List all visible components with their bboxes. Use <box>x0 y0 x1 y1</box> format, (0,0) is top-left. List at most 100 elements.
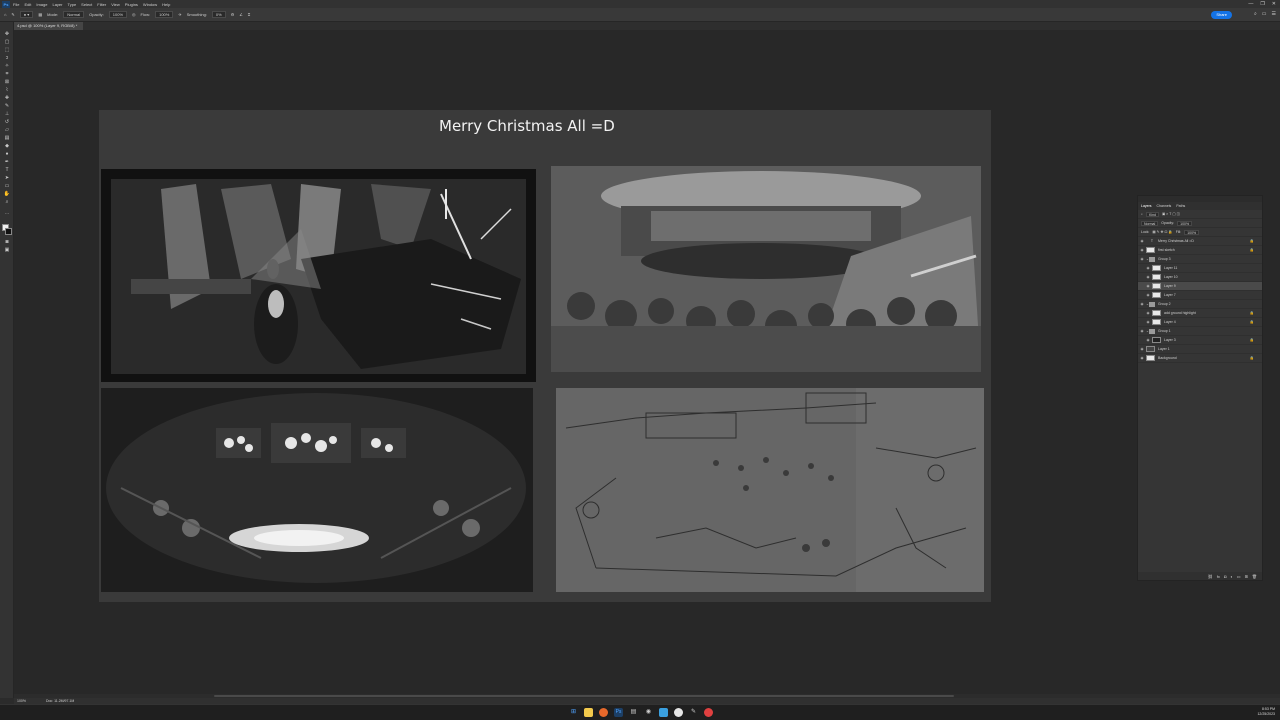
new-group-icon[interactable]: ▭ <box>1237 574 1241 579</box>
visibility-eye-icon[interactable]: ◉ <box>1138 347 1146 351</box>
type-tool-icon[interactable]: T <box>3 168 11 173</box>
marquee-tool-icon[interactable]: ⬚ <box>3 48 11 53</box>
gradient-tool-icon[interactable]: ▤ <box>3 136 11 141</box>
menu-image[interactable]: Image <box>36 2 47 7</box>
firefox-icon[interactable] <box>599 708 608 717</box>
layer-row-selected[interactable]: ◉ Layer 9 <box>1138 282 1262 291</box>
add-mask-icon[interactable]: ◘ <box>1224 574 1226 579</box>
layer-fill-input[interactable]: 100% <box>1184 229 1200 235</box>
blur-tool-icon[interactable]: ◆ <box>3 144 11 149</box>
layer-group-row[interactable]: ◉ ⌄ Group 1 <box>1138 327 1262 336</box>
move-tool-icon[interactable]: ✥ <box>3 32 11 37</box>
brush-preset-picker[interactable]: ● ▾ <box>19 11 34 18</box>
visibility-eye-icon[interactable]: ◉ <box>1138 329 1146 333</box>
brush-settings-icon[interactable]: ▦ <box>38 12 42 17</box>
menu-plugins[interactable]: Plugins <box>125 2 138 7</box>
clone-stamp-tool-icon[interactable]: ⊥ <box>3 112 11 117</box>
visibility-eye-icon[interactable]: ◉ <box>1144 338 1152 342</box>
home-icon[interactable]: ⌂ <box>4 12 6 17</box>
smoothing-input[interactable]: 0% <box>211 11 226 18</box>
menu-window[interactable]: Window <box>143 2 157 7</box>
trash-icon[interactable]: 🗑 <box>1252 574 1257 579</box>
system-clock[interactable]: 8:53 PM 12/25/2023 <box>1257 707 1275 717</box>
layer-style-icon[interactable]: fx <box>1217 574 1220 579</box>
photoshop-app-icon[interactable]: Ps <box>2 0 10 8</box>
lasso-tool-icon[interactable]: ↄ <box>3 56 11 61</box>
layer-row[interactable]: ◉ Layer 1 <box>1138 345 1262 354</box>
brush-tool-icon[interactable]: ✎ <box>3 104 11 109</box>
visibility-eye-icon[interactable]: ◉ <box>1138 356 1146 360</box>
visibility-eye-icon[interactable]: ◉ <box>1144 275 1152 279</box>
share-button[interactable]: Share <box>1211 11 1232 19</box>
layer-group-row[interactable]: ◉ ⌄ Group 2 <box>1138 300 1262 309</box>
obs-icon[interactable]: ◉ <box>644 708 653 717</box>
document-tab[interactable]: 4.psd @ 100% (Layer 9, RGB/8) * <box>14 22 84 30</box>
background-color-swatch[interactable] <box>5 228 12 235</box>
layer-opacity-input[interactable]: 100% <box>1177 220 1193 226</box>
scrollbar-thumb[interactable] <box>214 695 954 697</box>
link-layers-icon[interactable]: ⛓ <box>1208 574 1213 579</box>
visibility-eye-icon[interactable]: ◉ <box>1138 239 1146 243</box>
eraser-tool-icon[interactable]: ▱ <box>3 128 11 133</box>
rectangle-tool-icon[interactable]: ▭ <box>3 184 11 189</box>
healing-brush-tool-icon[interactable]: ✚ <box>3 96 11 101</box>
layer-row[interactable]: ◉ Layer 10 <box>1138 273 1262 282</box>
symmetry-icon[interactable]: ⌗ <box>248 12 250 17</box>
quick-select-tool-icon[interactable]: ✧ <box>3 64 11 69</box>
new-layer-icon[interactable]: ⊞ <box>1245 574 1248 579</box>
filter-icons[interactable]: ▣ ◐ T ▢ ◫ <box>1162 212 1180 216</box>
close-button[interactable]: ✕ <box>1272 0 1276 8</box>
layer-row[interactable]: ◉ Layer 3 🔒 <box>1138 336 1262 345</box>
visibility-eye-icon[interactable]: ◉ <box>1138 248 1146 252</box>
artboard-tool-icon[interactable]: ▢ <box>3 40 11 45</box>
notes-icon[interactable] <box>659 708 668 717</box>
layer-row[interactable]: ◉ Background 🔒 <box>1138 354 1262 363</box>
layer-row[interactable]: ◉ Layer 4 🔒 <box>1138 318 1262 327</box>
brush-tool-icon[interactable]: ✎ <box>11 12 14 17</box>
maximize-button[interactable]: ❐ <box>1260 0 1264 8</box>
menu-view[interactable]: View <box>111 2 120 7</box>
tab-channels[interactable]: Channels <box>1157 204 1172 208</box>
screen-mode-icon[interactable]: ▣ <box>3 248 11 253</box>
tab-paths[interactable]: Paths <box>1176 204 1185 208</box>
workspace-icon[interactable]: ▭ <box>1262 11 1267 17</box>
edit-toolbar-icon[interactable]: ⋯ <box>3 212 11 217</box>
visibility-eye-icon[interactable]: ◉ <box>1144 293 1152 297</box>
menu-select[interactable]: Select <box>81 2 92 7</box>
mode-select[interactable]: Normal <box>63 11 85 18</box>
layer-row[interactable]: ◉ first sketch 🔒 <box>1138 246 1262 255</box>
visibility-eye-icon[interactable]: ◉ <box>1138 302 1146 306</box>
photoshop-taskbar-icon[interactable]: Ps <box>614 708 623 717</box>
layer-row[interactable]: ◉ Layer 11 <box>1138 264 1262 273</box>
layer-row[interactable]: ◉ add ground highlight 🔒 <box>1138 309 1262 318</box>
pressure-opacity-icon[interactable]: ◎ <box>132 12 136 17</box>
store-icon[interactable]: ▤ <box>629 708 638 717</box>
layer-group-row[interactable]: ◉ ⌄ Group 3 <box>1138 255 1262 264</box>
opacity-input[interactable]: 100% <box>108 11 128 18</box>
menu-filter[interactable]: Filter <box>97 2 106 7</box>
minimize-button[interactable]: — <box>1248 0 1253 8</box>
lock-icons[interactable]: ▦ ✎ ✥ ⊡ 🔒 <box>1152 230 1172 234</box>
angle-icon[interactable]: ∠ <box>239 12 243 17</box>
flow-input[interactable]: 100% <box>155 11 174 18</box>
chrome-icon[interactable] <box>704 708 713 717</box>
airbrush-icon[interactable]: ✈ <box>178 12 181 17</box>
file-explorer-icon[interactable] <box>584 708 593 717</box>
quick-mask-icon[interactable]: ◙ <box>3 240 11 245</box>
search-icon[interactable]: ⌕ <box>1254 11 1257 17</box>
layer-row[interactable]: ◉ Layer 7 <box>1138 291 1262 300</box>
menu-file[interactable]: File <box>13 2 19 7</box>
menu-edit[interactable]: Edit <box>24 2 31 7</box>
menu-layer[interactable]: Layer <box>52 2 62 7</box>
chat-icon[interactable] <box>674 708 683 717</box>
menu-type[interactable]: Type <box>68 2 77 7</box>
history-brush-tool-icon[interactable]: ↺ <box>3 120 11 125</box>
smoothing-settings-icon[interactable]: ⚙ <box>231 12 235 17</box>
adjustment-layer-icon[interactable]: ◐ <box>1230 574 1232 579</box>
crop-tool-icon[interactable]: ⌗ <box>3 72 11 77</box>
tab-layers[interactable]: Layers <box>1141 204 1152 208</box>
blend-mode-select[interactable]: Normal <box>1141 220 1159 226</box>
hand-tool-icon[interactable]: ✋ <box>3 192 11 197</box>
learn-icon[interactable]: ☰ <box>1272 11 1276 17</box>
menu-help[interactable]: Help <box>162 2 170 7</box>
